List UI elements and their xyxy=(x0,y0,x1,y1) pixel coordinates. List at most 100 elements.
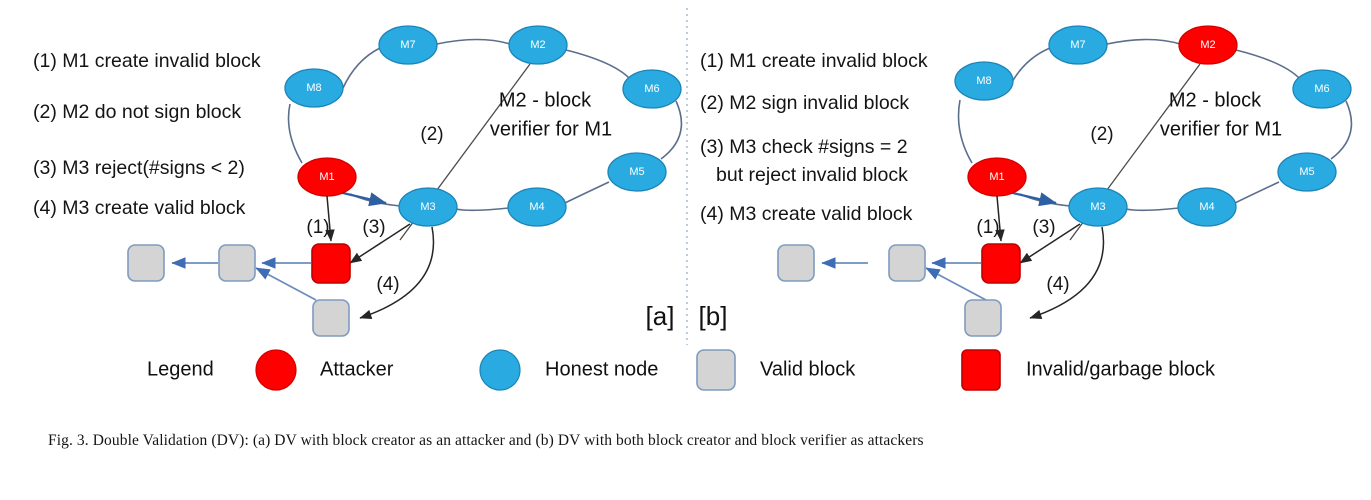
edge-m6-m5 xyxy=(660,100,683,160)
panel-b-tag: [b] xyxy=(699,301,728,331)
legend-item-valid-block: Valid block xyxy=(696,349,856,391)
node-m4[interactable]: M4 xyxy=(507,187,567,227)
panel-b-label-4: (4) xyxy=(1046,274,1069,295)
panel-b-ring-note-line1: M2 - block xyxy=(1169,89,1262,111)
legend-label-attacker: Attacker xyxy=(320,358,394,380)
panel-a-step-1: (1) M1 create invalid block xyxy=(33,50,261,72)
panel-b-label-3: (3) xyxy=(1032,217,1055,238)
edge-m2-m6-b xyxy=(1235,49,1301,80)
legend-item-honest-node: Honest node xyxy=(479,349,658,391)
figure-caption: Fig. 3. Double Validation (DV): (a) DV w… xyxy=(48,432,924,449)
attacker-swatch-icon xyxy=(255,349,297,391)
panel-a-label-1: (1) xyxy=(306,217,329,238)
chain-arrow-4to2-b xyxy=(925,267,987,301)
node-m1-b-label: M1 xyxy=(989,171,1004,183)
node-m1-b[interactable]: M1 xyxy=(967,157,1027,197)
edge-m1-m8-b xyxy=(957,99,973,164)
panel-a-valid-block-2[interactable] xyxy=(218,244,256,282)
node-m2-b[interactable]: M2 xyxy=(1178,25,1238,65)
panel-b-step-4: (4) M3 create valid block xyxy=(700,203,913,225)
node-m5-b-label: M5 xyxy=(1299,166,1314,178)
valid-block-swatch-icon xyxy=(696,349,736,391)
node-m6-b-label: M6 xyxy=(1314,83,1329,95)
panel-b-valid-block-1[interactable] xyxy=(777,244,815,282)
legend-label-honest-node: Honest node xyxy=(545,358,658,380)
panel-a-valid-block-1[interactable] xyxy=(127,244,165,282)
panel-b-blocks xyxy=(777,243,1021,337)
node-m8-label: M8 xyxy=(306,82,321,94)
legend-title: Legend xyxy=(147,358,214,380)
panel-a-ring-nodes: M7 M2 M8 M6 M5 M4 M3 M1 xyxy=(284,25,682,227)
node-m1-label: M1 xyxy=(319,171,334,183)
panel-a: (1) M1 create invalid block (2) M2 do no… xyxy=(33,25,683,337)
panel-a-step-3: (3) M3 reject(#signs < 2) xyxy=(33,157,245,179)
panel-b-steps: (1) M1 create invalid block (2) M2 sign … xyxy=(700,50,928,225)
node-m5-b[interactable]: M5 xyxy=(1277,152,1337,192)
node-m8-b[interactable]: M8 xyxy=(954,61,1014,101)
panel-a-label-4: (4) xyxy=(376,274,399,295)
edge-m7-m2 xyxy=(436,38,511,45)
edge-m7-m2-b xyxy=(1106,38,1181,45)
node-m3-label: M3 xyxy=(420,201,435,213)
edge-m5-m4-b xyxy=(1234,181,1280,204)
node-m6[interactable]: M6 xyxy=(622,69,682,109)
panel-b-step-3: (3) M3 check #signs = 2 xyxy=(700,136,908,158)
node-m2-b-label: M2 xyxy=(1200,39,1215,51)
panel-b-step-3b: but reject invalid block xyxy=(716,164,908,186)
node-m4-label: M4 xyxy=(529,201,544,213)
node-m5[interactable]: M5 xyxy=(607,152,667,192)
panel-a-ring-note: M2 - block verifier for M1 xyxy=(490,89,612,140)
panel-b-step-2: (2) M2 sign invalid block xyxy=(700,92,909,114)
edge-m4-m3 xyxy=(455,207,510,212)
legend: Legend Attacker Honest node Valid block … xyxy=(147,349,1216,391)
honest-node-swatch-icon xyxy=(479,349,521,391)
panel-a-step-4: (4) M3 create valid block xyxy=(33,197,246,219)
legend-item-invalid-block: Invalid/garbage block xyxy=(961,349,1216,391)
node-m7-b-label: M7 xyxy=(1070,39,1085,51)
chain-arrow-4to2 xyxy=(255,267,317,301)
node-m2-label: M2 xyxy=(530,39,545,51)
node-m5-label: M5 xyxy=(629,166,644,178)
node-m7-b[interactable]: M7 xyxy=(1048,25,1108,65)
node-m7[interactable]: M7 xyxy=(378,25,438,65)
node-m7-label: M7 xyxy=(400,39,415,51)
edge-m5-m4 xyxy=(564,181,610,204)
panel-b-valid-block-2[interactable] xyxy=(888,244,926,282)
panel-b-invalid-block[interactable] xyxy=(981,243,1021,284)
edge-m8-m7 xyxy=(342,47,381,89)
edge-m1-m8 xyxy=(287,103,303,164)
panel-b-label-2: (2) xyxy=(1090,124,1113,145)
figure-canvas: (1) M1 create invalid block (2) M2 do no… xyxy=(0,0,1371,500)
panel-b-ring-note: M2 - block verifier for M1 xyxy=(1160,89,1282,140)
node-m1[interactable]: M1 xyxy=(297,157,357,197)
invalid-block-swatch-icon xyxy=(961,349,1001,391)
panel-b-ring-note-line2: verifier for M1 xyxy=(1160,118,1282,140)
panel-a-valid-block-3[interactable] xyxy=(312,299,350,337)
node-m6-b[interactable]: M6 xyxy=(1292,69,1352,109)
node-m8[interactable]: M8 xyxy=(284,68,344,108)
panel-b-label-1: (1) xyxy=(976,217,999,238)
panel-a-invalid-block[interactable] xyxy=(311,243,351,284)
arrow-step4-b xyxy=(1029,226,1105,319)
node-m4-b[interactable]: M4 xyxy=(1177,187,1237,227)
panel-b: (1) M1 create invalid block (2) M2 sign … xyxy=(699,25,1353,337)
node-m4-b-label: M4 xyxy=(1199,201,1214,213)
legend-label-valid-block: Valid block xyxy=(760,358,856,380)
panel-a-ring-note-line2: verifier for M1 xyxy=(490,118,612,140)
panel-a-tag: [a] xyxy=(646,301,675,331)
panel-a-step-2: (2) M2 do not sign block xyxy=(33,101,241,123)
node-m3-b[interactable]: M3 xyxy=(1068,187,1128,227)
panel-b-ring-nodes: M7 M2 M8 M6 M5 M4 M3 M1 xyxy=(954,25,1352,227)
node-m3-b-label: M3 xyxy=(1090,201,1105,213)
legend-label-invalid-block: Invalid/garbage block xyxy=(1026,358,1216,380)
legend-item-attacker: Attacker xyxy=(255,349,394,391)
panel-b-valid-block-3[interactable] xyxy=(964,299,1002,337)
node-m2[interactable]: M2 xyxy=(508,25,568,65)
node-m3[interactable]: M3 xyxy=(398,187,458,227)
panel-a-ring-note-line1: M2 - block xyxy=(499,89,592,111)
panel-a-label-2: (2) xyxy=(420,124,443,145)
edge-m8-m7-b xyxy=(1011,47,1051,83)
edge-m6-m5-b xyxy=(1330,100,1353,160)
panel-a-blocks xyxy=(127,243,351,337)
panel-a-label-3: (3) xyxy=(362,217,385,238)
